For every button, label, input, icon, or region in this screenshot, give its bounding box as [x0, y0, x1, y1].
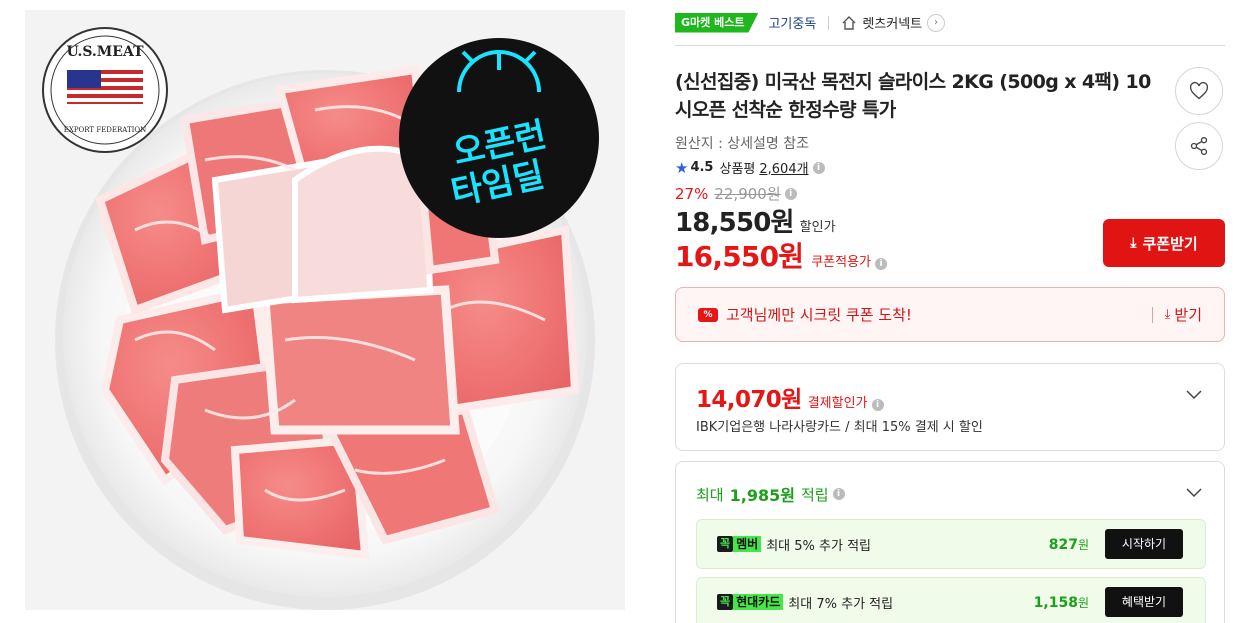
secret-coupon-text: 고객님께만 시크릿 쿠폰 도착!	[726, 306, 912, 324]
benefit-start-button[interactable]: 시작하기	[1105, 529, 1183, 559]
best-badge[interactable]: G마켓 베스트	[675, 12, 759, 33]
origin-text: 원산지 : 상세설명 참조	[675, 136, 809, 152]
sale-price: 18,550원	[675, 208, 794, 238]
info-icon[interactable]: i	[871, 399, 884, 411]
benefit-get-button[interactable]: 혜택받기	[1105, 587, 1183, 617]
benefit-amount: 1,158원	[1034, 594, 1089, 611]
star-icon: ★	[675, 158, 689, 177]
breadcrumb: G마켓 베스트 고기중독 렛츠커넥트 ›	[675, 10, 1225, 46]
secret-coupon-banner[interactable]: % 고객님께만 시크릿 쿠폰 도착! ⤓ 받기	[675, 287, 1225, 342]
download-icon: ⤓	[1130, 235, 1137, 251]
chevron-down-icon[interactable]	[1186, 386, 1202, 402]
coupon-label: 쿠폰적용가	[811, 255, 872, 270]
secret-coupon-get-button[interactable]: ⤓ 받기	[1165, 304, 1202, 325]
coupon-price-row: 16,550원 쿠폰적용가 i	[675, 235, 888, 275]
download-icon: ⤓	[1164, 307, 1171, 322]
ggok-badge: 꼭	[717, 594, 734, 610]
secret-coupon-get-label: 받기	[1174, 306, 1202, 324]
heart-icon	[1189, 81, 1209, 100]
points-prefix: 최대	[696, 485, 724, 504]
original-price-row: 27% 22,900원 i	[675, 183, 797, 204]
product-image[interactable]: U.S.MEAT EXPORT FEDERATION 오픈런 타임딜	[25, 10, 625, 610]
product-info-panel: G마켓 베스트 고기중독 렛츠커넥트 › (신선집중) 미국산 목전지 슬라이스…	[675, 0, 1225, 623]
discount-rate: 27%	[675, 184, 709, 203]
benefit-amount: 827원	[1049, 536, 1089, 553]
usmeat-logo: U.S.MEAT EXPORT FEDERATION	[42, 27, 168, 153]
review-label[interactable]: 상품평	[719, 158, 755, 177]
product-photo: U.S.MEAT EXPORT FEDERATION 오픈런 타임딜	[25, 10, 625, 610]
category-link[interactable]: 고기중독	[768, 13, 816, 32]
ggok-badge: 꼭	[717, 536, 734, 552]
info-icon[interactable]: i	[832, 488, 845, 500]
product-title: (신선집중) 미국산 목전지 슬라이스 2KG (500g x 4팩) 10시오…	[675, 71, 1151, 121]
breadcrumb-divider	[828, 15, 830, 30]
export-federation-text: EXPORT FEDERATION	[64, 126, 147, 134]
coupon-price: 16,550원	[675, 240, 804, 273]
payment-price: 14,070원	[696, 387, 802, 413]
rating-value: 4.5	[690, 160, 714, 175]
benefit-amount-unit: 원	[1077, 595, 1089, 610]
rating-row: ★ 4.5 상품평 2,604개 i	[675, 158, 825, 177]
info-icon[interactable]: i	[875, 258, 888, 270]
get-coupon-button[interactable]: ⤓ 쿠폰받기	[1103, 219, 1225, 267]
chevron-right-icon: ›	[927, 13, 946, 32]
original-price: 22,900원	[714, 185, 781, 203]
benefit-row: 꼭 멤버 최대 5% 추가 적립 827원 시작하기	[696, 519, 1206, 569]
benefit-text: 최대 7% 추가 적립	[788, 596, 894, 612]
benefit-text: 최대 5% 추가 적립	[766, 538, 871, 554]
sale-label: 할인가	[799, 220, 836, 235]
benefit-amount-unit: 원	[1077, 537, 1089, 552]
wishlist-button[interactable]	[1175, 67, 1223, 115]
payment-discount-box[interactable]: 14,070원 결제할인가 i IBK기업은행 나라사랑카드 / 최대 15% …	[675, 363, 1225, 451]
get-coupon-label: 쿠폰받기	[1142, 234, 1198, 253]
points-box: 최대 1,985원 적립 i 꼭 멤버 최대 5% 추가 적립 827원 시작하…	[675, 461, 1225, 623]
benefit-row: 꼭 현대카드 최대 7% 추가 적립 1,158원 혜택받기	[696, 577, 1206, 623]
info-icon[interactable]: i	[812, 161, 825, 174]
review-count[interactable]: 2,604개	[759, 158, 808, 177]
info-icon[interactable]: i	[784, 187, 797, 200]
house-icon	[842, 15, 856, 30]
store-link[interactable]: 렛츠커넥트 ›	[841, 13, 946, 32]
secret-divider	[1151, 306, 1153, 323]
points-title: 최대 1,985원 적립 i	[696, 482, 845, 506]
payment-price-row: 14,070원 결제할인가 i	[696, 380, 884, 414]
benefit-amount-value: 827	[1048, 536, 1078, 553]
benefit-amount-value: 1,158	[1033, 594, 1078, 611]
coupon-tag-icon: %	[698, 307, 718, 322]
benefit-tag: 멤버	[733, 536, 762, 552]
share-button[interactable]	[1175, 122, 1223, 170]
points-suffix: 적립	[800, 485, 829, 504]
payment-description: IBK기업은행 나라사랑카드 / 최대 15% 결제 시 할인	[696, 420, 983, 435]
benefit-tag: 현대카드	[733, 594, 784, 610]
points-amount: 1,985원	[729, 486, 795, 505]
sale-price-row: 18,550원 할인가	[675, 202, 836, 239]
store-name: 렛츠커넥트	[862, 17, 923, 32]
share-icon	[1190, 137, 1208, 155]
usmeat-logo-text: U.S.MEAT	[67, 44, 145, 60]
open-run-time-deal-sticker: 오픈런 타임딜	[399, 38, 599, 238]
payment-label: 결제할인가	[807, 396, 868, 411]
chevron-down-icon[interactable]	[1186, 484, 1202, 500]
